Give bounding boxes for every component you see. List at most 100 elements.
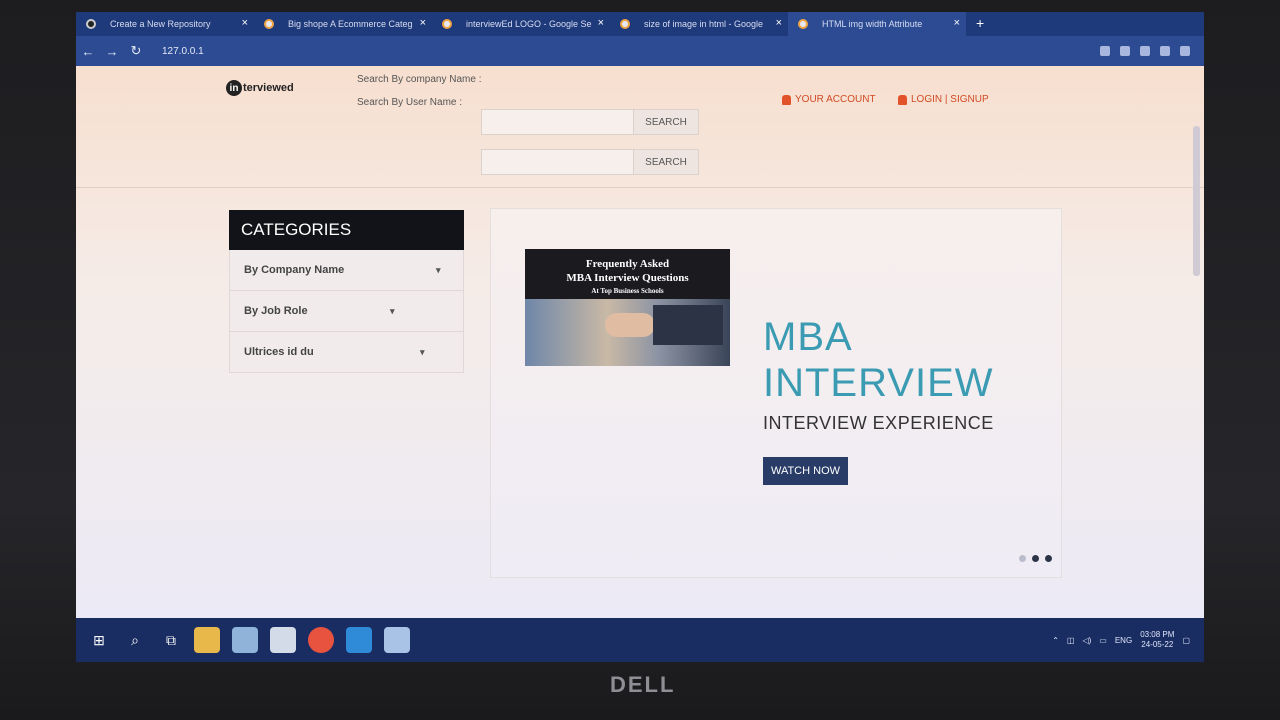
carousel-dot-3[interactable] [1045, 555, 1052, 562]
dell-logo: DELL [610, 672, 676, 697]
your-account-label: YOUR ACCOUNT [795, 94, 876, 105]
category-label: By Job Role [244, 305, 308, 317]
github-icon [86, 19, 96, 29]
banner-title-interview: INTERVIEW [763, 361, 994, 405]
app-icon[interactable] [384, 627, 410, 653]
hero-banner: Frequently Asked MBA Interview Questions… [490, 208, 1062, 578]
new-tab-button[interactable]: + [966, 12, 994, 36]
tab-img-width[interactable]: HTML img width Attribute × [788, 12, 966, 36]
banner-subtitle: INTERVIEW EXPERIENCE [763, 413, 994, 433]
windows-taskbar: ⊞ ⌕ ⧉ ⌃ ◫ ◁) ▭ ENG 03:08 PM 24-05-22 ▢ [76, 618, 1204, 662]
extension-icon[interactable] [1100, 46, 1110, 56]
tab-label: size of image in html - Google [644, 19, 764, 29]
close-icon[interactable]: × [776, 17, 782, 29]
tab-label: HTML img width Attribute [822, 19, 923, 29]
screen: Create a New Repository × Big shope A Ec… [76, 12, 1204, 662]
chrome-active-icon[interactable] [270, 627, 296, 653]
banner-title-mba: MBA [763, 315, 853, 359]
carousel-dot-1[interactable] [1019, 555, 1026, 562]
system-tray: ⌃ ◫ ◁) ▭ ENG 03:08 PM 24-05-22 ▢ [1052, 630, 1204, 650]
store-icon[interactable] [232, 627, 258, 653]
tab-label: Big shope A Ecommerce Categ [288, 19, 413, 29]
category-label: By Company Name [244, 264, 345, 276]
close-icon[interactable]: × [598, 17, 604, 29]
tab-size-of-image[interactable]: size of image in html - Google × [610, 12, 788, 36]
logo-text: terviewed [243, 82, 294, 94]
category-by-job-role[interactable]: By Job Role ▾ [229, 291, 464, 332]
file-explorer-icon[interactable] [194, 627, 220, 653]
category-by-company[interactable]: By Company Name ▾ [229, 250, 464, 291]
close-icon[interactable]: × [954, 17, 960, 29]
mba-interview-thumbnail[interactable]: Frequently Asked MBA Interview Questions… [525, 249, 730, 366]
chrome-icon[interactable] [308, 627, 334, 653]
logo-mark: in [226, 80, 242, 96]
carousel-dots [1019, 555, 1052, 562]
user-search-row: SEARCH [481, 149, 699, 175]
network-icon[interactable]: ◫ [1067, 636, 1075, 645]
login-signup-label: LOGIN | SIGNUP [911, 94, 989, 105]
tab-interviewed-logo[interactable]: interviewEd LOGO - Google Se × [432, 12, 610, 36]
site-header: in terviewed Search By company Name : Se… [76, 66, 1204, 188]
chevron-down-icon: ▾ [390, 305, 395, 316]
login-signup-link[interactable]: LOGIN | SIGNUP [898, 94, 989, 105]
tab-create-repo[interactable]: Create a New Repository × [76, 12, 254, 36]
carousel-dot-2[interactable] [1032, 555, 1039, 562]
tab-label: interviewEd LOGO - Google Se [466, 19, 592, 29]
navigation-bar: ← → ↻ 127.0.0.1 [76, 36, 1204, 66]
volume-icon[interactable]: ◁) [1082, 636, 1091, 645]
puzzle-icon[interactable] [1140, 46, 1150, 56]
reload-icon[interactable]: ↻ [124, 43, 148, 59]
user-icon [782, 94, 791, 105]
forward-icon[interactable]: → [100, 44, 124, 59]
bookmark-icon[interactable] [1120, 46, 1130, 56]
close-icon[interactable]: × [420, 17, 426, 29]
category-label: Ultrices id du [244, 346, 314, 358]
thumbnail-line-1: Frequently Asked [585, 258, 670, 270]
tray-chevron-icon[interactable]: ⌃ [1052, 636, 1059, 645]
search-icon[interactable]: ⌕ [122, 627, 148, 653]
thumbnail-subtitle: At Top Business Schools [591, 287, 664, 295]
category-ultrices[interactable]: Ultrices id du ▾ [229, 332, 464, 373]
pinned-apps [194, 627, 410, 653]
browser-toolbar-icons [1100, 46, 1204, 56]
tab-bar: Create a New Repository × Big shope A Ec… [76, 12, 1204, 36]
clock[interactable]: 03:08 PM 24-05-22 [1140, 630, 1174, 650]
company-search-row: SEARCH [481, 109, 699, 135]
user-search-input[interactable] [482, 150, 634, 174]
sidebar-icon[interactable] [1160, 46, 1170, 56]
categories-title: CATEGORIES [229, 210, 464, 250]
chevron-down-icon: ▾ [420, 346, 425, 357]
windows-start-icon[interactable]: ⊞ [86, 627, 112, 653]
address-bar[interactable]: 127.0.0.1 [162, 46, 204, 57]
vscode-icon[interactable] [346, 627, 372, 653]
watch-now-button[interactable]: WATCH NOW [763, 457, 848, 485]
back-icon[interactable]: ← [76, 44, 100, 59]
close-icon[interactable]: × [242, 17, 248, 29]
page-scrollbar[interactable] [1193, 126, 1200, 276]
suit-sleeve [653, 305, 723, 345]
thumbnail-line-2: MBA Interview Questions [566, 272, 689, 284]
user-search-label: Search By User Name : [357, 97, 463, 108]
user-search-button[interactable]: SEARCH [634, 150, 698, 174]
task-view-icon[interactable]: ⧉ [158, 627, 184, 653]
chevron-down-icon: ▾ [436, 264, 441, 275]
laptop-bezel: Create a New Repository × Big shope A Ec… [0, 0, 1280, 720]
clock-time: 03:08 PM [1140, 630, 1175, 639]
language-indicator[interactable]: ENG [1115, 636, 1132, 645]
page-icon [264, 19, 274, 29]
company-search-button[interactable]: SEARCH [634, 110, 698, 134]
page-icon [798, 19, 808, 29]
tab-label: Create a New Repository [110, 19, 211, 29]
your-account-link[interactable]: YOUR ACCOUNT [782, 94, 876, 105]
site-logo[interactable]: in terviewed [226, 80, 294, 96]
company-search-input[interactable] [482, 110, 634, 134]
thumbnail-title: Frequently Asked MBA Interview Questions [525, 257, 730, 285]
battery-icon[interactable]: ▭ [1099, 636, 1107, 645]
handshake-hands [605, 313, 655, 337]
lock-icon [898, 94, 907, 105]
tab-big-shope[interactable]: Big shope A Ecommerce Categ × [254, 12, 432, 36]
categories-panel: CATEGORIES By Company Name ▾ By Job Role… [229, 210, 464, 373]
menu-icon[interactable] [1180, 46, 1190, 56]
notifications-icon[interactable]: ▢ [1182, 636, 1190, 645]
web-page: in terviewed Search By company Name : Se… [76, 66, 1204, 618]
